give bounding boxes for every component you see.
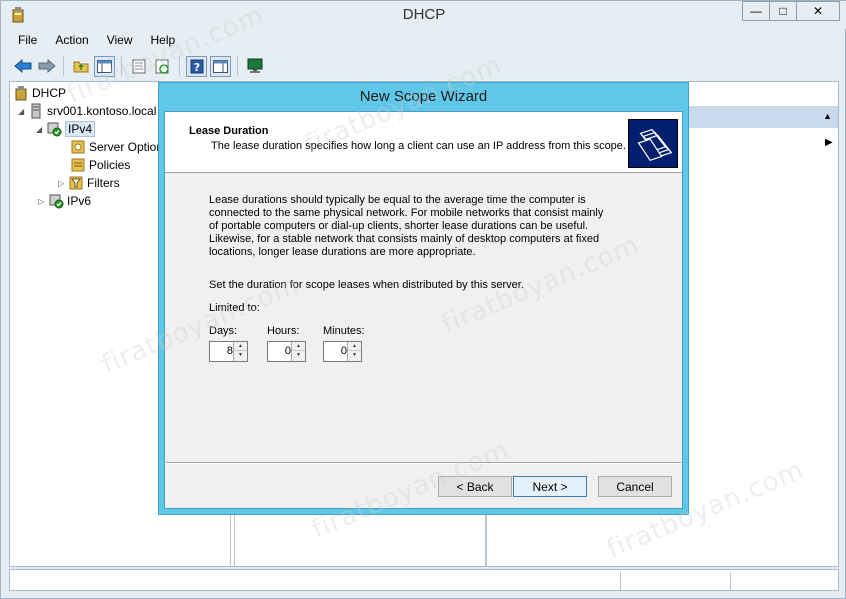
expand-arrow-icon[interactable]: ▷ [58,179,68,188]
spin-down-icon[interactable]: ▼ [348,351,361,360]
cancel-button[interactable]: Cancel [598,476,672,497]
tree-node-dhcp[interactable]: DHCP [13,84,66,102]
lease-instruction: Set the duration for scope leases when d… [209,279,524,291]
spin-up-icon[interactable]: ▲ [234,342,247,351]
minutes-spinner[interactable]: 0 ▲ ▼ [323,341,362,362]
tree-label: IPv6 [67,194,92,208]
spin-up-icon[interactable]: ▲ [292,342,305,351]
status-separator [730,572,731,590]
dhcp-root-icon [15,86,27,101]
server-options-icon [71,140,85,154]
hours-spin-buttons: ▲ ▼ [291,342,305,361]
days-spin-buttons: ▲ ▼ [233,342,247,361]
wizard-header: Lease Duration The lease duration specif… [165,112,682,173]
status-bar [9,569,839,591]
policies-icon [71,158,85,172]
button-separator [166,462,681,464]
toolbar-separator [179,56,180,76]
back-button[interactable]: < Back [438,476,512,497]
filter-icon [69,176,83,190]
hours-label: Hours: [267,325,300,337]
toolbar: ? [9,53,839,79]
tree-node-ipv6[interactable]: ▷ IPv6 [38,192,91,210]
spin-up-icon[interactable]: ▲ [348,342,361,351]
minutes-spin-buttons: ▲ ▼ [347,342,361,361]
help-icon[interactable]: ? [186,55,207,77]
toolbar-separator [63,56,64,76]
minutes-value[interactable]: 0 [326,345,347,357]
expand-arrow-icon[interactable]: ▷ [38,197,48,206]
minutes-label: Minutes: [323,325,365,337]
hours-spinner[interactable]: 0 ▲ ▼ [267,341,306,362]
forward-arrow-icon[interactable] [36,56,57,77]
spin-down-icon[interactable]: ▼ [234,351,247,360]
spin-down-icon[interactable]: ▼ [292,351,305,360]
menu-bar: File Action View Help [9,31,184,51]
collapse-arrow-icon[interactable]: ◢ [36,125,46,134]
days-value[interactable]: 8 [212,345,233,357]
ipv4-icon [47,122,62,137]
days-spinner[interactable]: 8 ▲ ▼ [209,341,248,362]
toolbar-separator [237,56,238,76]
minimize-button[interactable]: — [742,1,770,21]
tree-label: IPv4 [65,121,96,137]
status-separator [620,572,621,590]
collapse-up-icon[interactable]: ▲ [823,111,832,121]
tree-node-server-options[interactable]: Server Options [70,138,169,156]
tree-node-policies[interactable]: Policies [70,156,130,174]
menu-action[interactable]: Action [46,31,97,51]
list-column [486,510,838,566]
menu-file[interactable]: File [9,31,46,51]
back-arrow-icon[interactable] [12,56,33,77]
days-label: Days: [209,325,238,337]
server-icon [31,103,41,119]
svg-text:?: ? [193,61,199,74]
tree-label: Filters [87,176,120,190]
menu-view[interactable]: View [98,31,142,51]
list-column [234,510,486,566]
hours-value[interactable]: 0 [270,345,291,357]
hours-group: Hours: 0 ▲ ▼ [267,325,306,362]
page-title: Lease Duration [189,125,269,137]
days-group: Days: 8 ▲ ▼ [209,325,248,362]
maximize-button[interactable]: □ [769,1,797,21]
limited-to-label: Limited to: [209,302,260,314]
lease-description: Lease durations should typically be equa… [209,194,604,258]
show-action-pane-icon[interactable] [210,55,231,77]
tree-node-server[interactable]: ◢ srv001.kontoso.local [18,102,156,120]
tree-label: Policies [89,158,131,172]
toolbar-separator [121,56,122,76]
tree-node-ipv4[interactable]: ◢ IPv4 [36,120,96,138]
refresh-icon[interactable] [152,56,173,77]
ipv6-icon [49,194,64,209]
properties-icon[interactable] [128,56,149,77]
tree-node-filters[interactable]: ▷ Filters [58,174,120,192]
monitor-icon[interactable] [244,56,265,77]
wizard-folders-icon [628,119,678,168]
title-bar: DHCP — □ ✕ [1,1,846,29]
tree-label: srv001.kontoso.local [47,104,157,118]
close-button[interactable]: ✕ [796,1,840,21]
actions-pane-header[interactable]: ▲ [689,106,838,128]
collapse-arrow-icon[interactable]: ◢ [18,107,28,116]
window-title: DHCP [402,6,446,23]
tree-label: DHCP [32,86,67,100]
new-scope-wizard-dialog: New Scope Wizard Lease Duration The leas… [158,82,689,515]
show-hide-console-tree-icon[interactable] [94,55,115,77]
up-folder-icon[interactable] [70,56,91,77]
menu-help[interactable]: Help [142,31,185,51]
page-subtitle: The lease duration specifies how long a … [211,140,626,152]
next-button[interactable]: Next > [513,476,587,497]
more-actions-arrow-icon[interactable]: ▶ [825,137,833,148]
wizard-body: Lease Duration The lease duration specif… [164,111,683,509]
minutes-group: Minutes: 0 ▲ ▼ [323,325,365,362]
wizard-title: New Scope Wizard [359,88,488,105]
